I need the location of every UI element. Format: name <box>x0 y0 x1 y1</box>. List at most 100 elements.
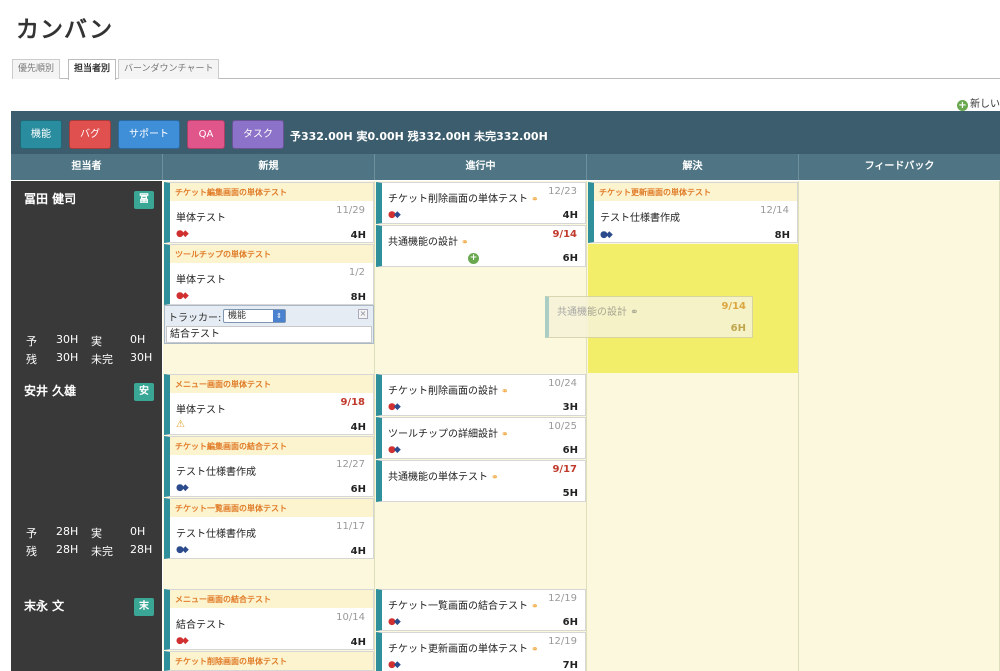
ticket-title-text: 共通機能の設計 <box>557 307 627 318</box>
ticket-title-text: 共通機能の設計 <box>388 237 458 248</box>
page-title: カンバン <box>16 17 114 43</box>
assignee-name[interactable]: 冨田 健司 <box>24 190 76 207</box>
tracker-button-feature[interactable]: 機能 <box>20 120 62 149</box>
priority-high-icon: ●◆ <box>176 291 189 301</box>
ticket-title[interactable]: チケット一覧画面の結合テスト ⚭ <box>388 597 539 612</box>
tab-burndown[interactable]: バーンダウンチャート <box>118 59 220 79</box>
tracker-button-task[interactable]: タスク <box>232 120 284 149</box>
ticket-title-text: 共通機能の単体テスト <box>388 472 488 483</box>
assignee-stat: 残 <box>26 353 37 366</box>
column-header-row: 担当者 新規 進行中 解決 フィードバック <box>11 154 1000 180</box>
ticket-subject-input[interactable]: 結合テスト <box>166 326 372 343</box>
cell-feedback <box>799 181 1000 373</box>
ticket-title-text: チケット一覧画面の結合テスト <box>388 601 528 612</box>
ticket-category[interactable]: チケット削除画面の単体テスト <box>170 652 373 670</box>
ticket-title[interactable]: チケット更新画面の単体テスト ⚭ <box>388 640 539 655</box>
relation-icon: ⚭ <box>501 387 509 397</box>
plus-icon: + <box>957 100 968 111</box>
ticket-category[interactable]: メニュー画面の結合テスト <box>170 590 373 608</box>
ticket-due-date: 10/24 <box>548 378 577 389</box>
ticket-due-date: 10/14 <box>336 612 365 623</box>
priority-mid-icon: ●◆ <box>388 445 401 455</box>
ticket-title-text: チケット削除画面の設計 <box>388 386 498 397</box>
tracker-label: トラッカー: <box>168 313 222 324</box>
assignee-stat: 28H <box>56 543 79 556</box>
cell-feedback <box>799 373 1000 588</box>
priority-low-icon: ●◆ <box>600 230 613 240</box>
ticket-card[interactable]: チケット編集画面の結合テスト テスト仕様書作成 12/27 6H ●◆ <box>164 436 374 497</box>
ticket-title[interactable]: テスト仕様書作成 <box>176 525 256 540</box>
ticket-title[interactable]: チケット削除画面の設計 ⚭ <box>388 382 509 397</box>
tracker-select[interactable]: 機能 ⇕ <box>223 309 286 323</box>
ticket-category[interactable]: チケット一覧画面の単体テスト <box>170 499 373 517</box>
tracker-button-qa[interactable]: QA <box>187 120 225 149</box>
ticket-card[interactable]: ツールチップの詳細設計 ⚭ 10/25 6H ●◆ <box>376 417 586 459</box>
ticket-title[interactable]: 単体テスト <box>176 401 226 416</box>
ticket-title[interactable]: ツールチップの詳細設計 ⚭ <box>388 425 509 440</box>
avatar: 末 <box>134 598 154 616</box>
ticket-title[interactable]: テスト仕様書作成 <box>176 463 256 478</box>
relation-icon: ⚭ <box>501 430 509 440</box>
ticket-card[interactable]: メニュー画面の単体テスト 単体テスト 9/18 4H ⚠ <box>164 374 374 435</box>
assignee-cell: 末永 文 末 <box>11 588 162 671</box>
ticket-card[interactable]: チケット一覧画面の結合テスト ⚭ 12/19 6H ●◆ <box>376 589 586 631</box>
add-icon[interactable]: + <box>468 253 479 264</box>
swimlane: 冨田 健司 冨予 30H 実 0H 残 30H 未完 30H チケット編集画面の単体テスト 単体テス… <box>11 181 1000 373</box>
assignee-name[interactable]: 末永 文 <box>24 597 64 614</box>
ticket-card[interactable]: チケット更新画面の単体テスト テスト仕様書作成 12/14 8H ●◆ <box>588 182 798 243</box>
ticket-title[interactable]: テスト仕様書作成 <box>600 209 680 224</box>
priority-mid-icon: ●◆ <box>388 660 401 670</box>
relation-icon: ⚭ <box>531 645 539 655</box>
assignee-stat: 未完 <box>91 353 113 366</box>
ticket-hours: 4H <box>350 230 366 241</box>
ticket-category[interactable]: チケット編集画面の単体テスト <box>170 183 373 201</box>
tab-assignee[interactable]: 担当者別 <box>68 59 117 80</box>
tracker-button-bug[interactable]: バグ <box>69 120 111 149</box>
ticket-card[interactable]: チケット削除画面の単体テスト <box>164 651 374 671</box>
relation-icon: ⚭ <box>531 195 539 205</box>
assignee-stat: 30H <box>130 351 153 364</box>
ticket-card[interactable]: チケット一覧画面の単体テスト テスト仕様書作成 11/17 4H ●◆ <box>164 498 374 559</box>
dragging-ticket-card[interactable]: 共通機能の設計 ⚭ 9/14 6H <box>545 296 753 338</box>
ticket-title: 共通機能の設計 ⚭ <box>557 303 639 318</box>
ticket-title[interactable]: 結合テスト <box>176 616 226 631</box>
ticket-category[interactable]: ツールチップの単体テスト <box>170 245 373 263</box>
ticket-card[interactable]: チケット削除画面の単体テスト ⚭ 12/23 4H ●◆ <box>376 182 586 224</box>
ticket-title[interactable]: 単体テスト <box>176 271 226 286</box>
ticket-hours: 5H <box>562 488 578 499</box>
ticket-hours: 6H <box>350 484 366 495</box>
ticket-card[interactable]: ツールチップの単体テスト 単体テスト 1/2 8H ●◆ <box>164 244 374 305</box>
priority-mid-icon: ●◆ <box>388 210 401 220</box>
column-feedback: フィードバック <box>864 161 935 172</box>
ticket-card[interactable]: チケット編集画面の単体テスト 単体テスト 11/29 4H ●◆ <box>164 182 374 243</box>
new-link[interactable]: + 新しい <box>957 95 1000 111</box>
assignee-stat: 予 <box>26 527 37 540</box>
ticket-category[interactable]: チケット更新画面の単体テスト <box>594 183 797 201</box>
cell-resolved <box>587 588 799 671</box>
ticket-card[interactable]: 共通機能の設計 ⚭ 9/14 6H + <box>376 225 586 267</box>
close-icon[interactable]: × <box>358 309 368 319</box>
ticket-hours: 6H <box>562 617 578 628</box>
ticket-title[interactable]: 単体テスト <box>176 209 226 224</box>
ticket-card[interactable]: チケット削除画面の設計 ⚭ 10/24 3H ●◆ <box>376 374 586 416</box>
ticket-card[interactable]: メニュー画面の結合テスト 結合テスト 10/14 4H ●◆ <box>164 589 374 650</box>
ticket-category[interactable]: チケット編集画面の結合テスト <box>170 437 373 455</box>
tab-priority[interactable]: 優先順別 <box>12 59 61 79</box>
ticket-title-text: チケット削除画面の単体テスト <box>388 194 528 205</box>
ticket-due-date: 12/27 <box>336 459 365 470</box>
assignee-stat: 予 <box>26 335 37 348</box>
assignee-name[interactable]: 安井 久雄 <box>24 382 76 399</box>
ticket-title[interactable]: 共通機能の設計 ⚭ <box>388 233 469 248</box>
tracker-select-value: 機能 <box>228 311 247 321</box>
ticket-category[interactable]: メニュー画面の単体テスト <box>170 375 373 393</box>
priority-low-icon: ●◆ <box>176 545 189 555</box>
tracker-button-support[interactable]: サポート <box>118 120 180 149</box>
ticket-title[interactable]: チケット削除画面の単体テスト ⚭ <box>388 190 539 205</box>
ticket-due-date: 9/17 <box>552 464 577 475</box>
ticket-hours: 8H <box>774 230 790 241</box>
ticket-card[interactable]: チケット更新画面の単体テスト ⚭ 12/19 7H ●◆ <box>376 632 586 671</box>
ticket-card[interactable]: 共通機能の単体テスト ⚭ 9/17 5H <box>376 460 586 502</box>
ticket-due-date: 12/23 <box>548 186 577 197</box>
ticket-due-date: 9/18 <box>340 397 365 408</box>
ticket-title[interactable]: 共通機能の単体テスト ⚭ <box>388 468 499 483</box>
